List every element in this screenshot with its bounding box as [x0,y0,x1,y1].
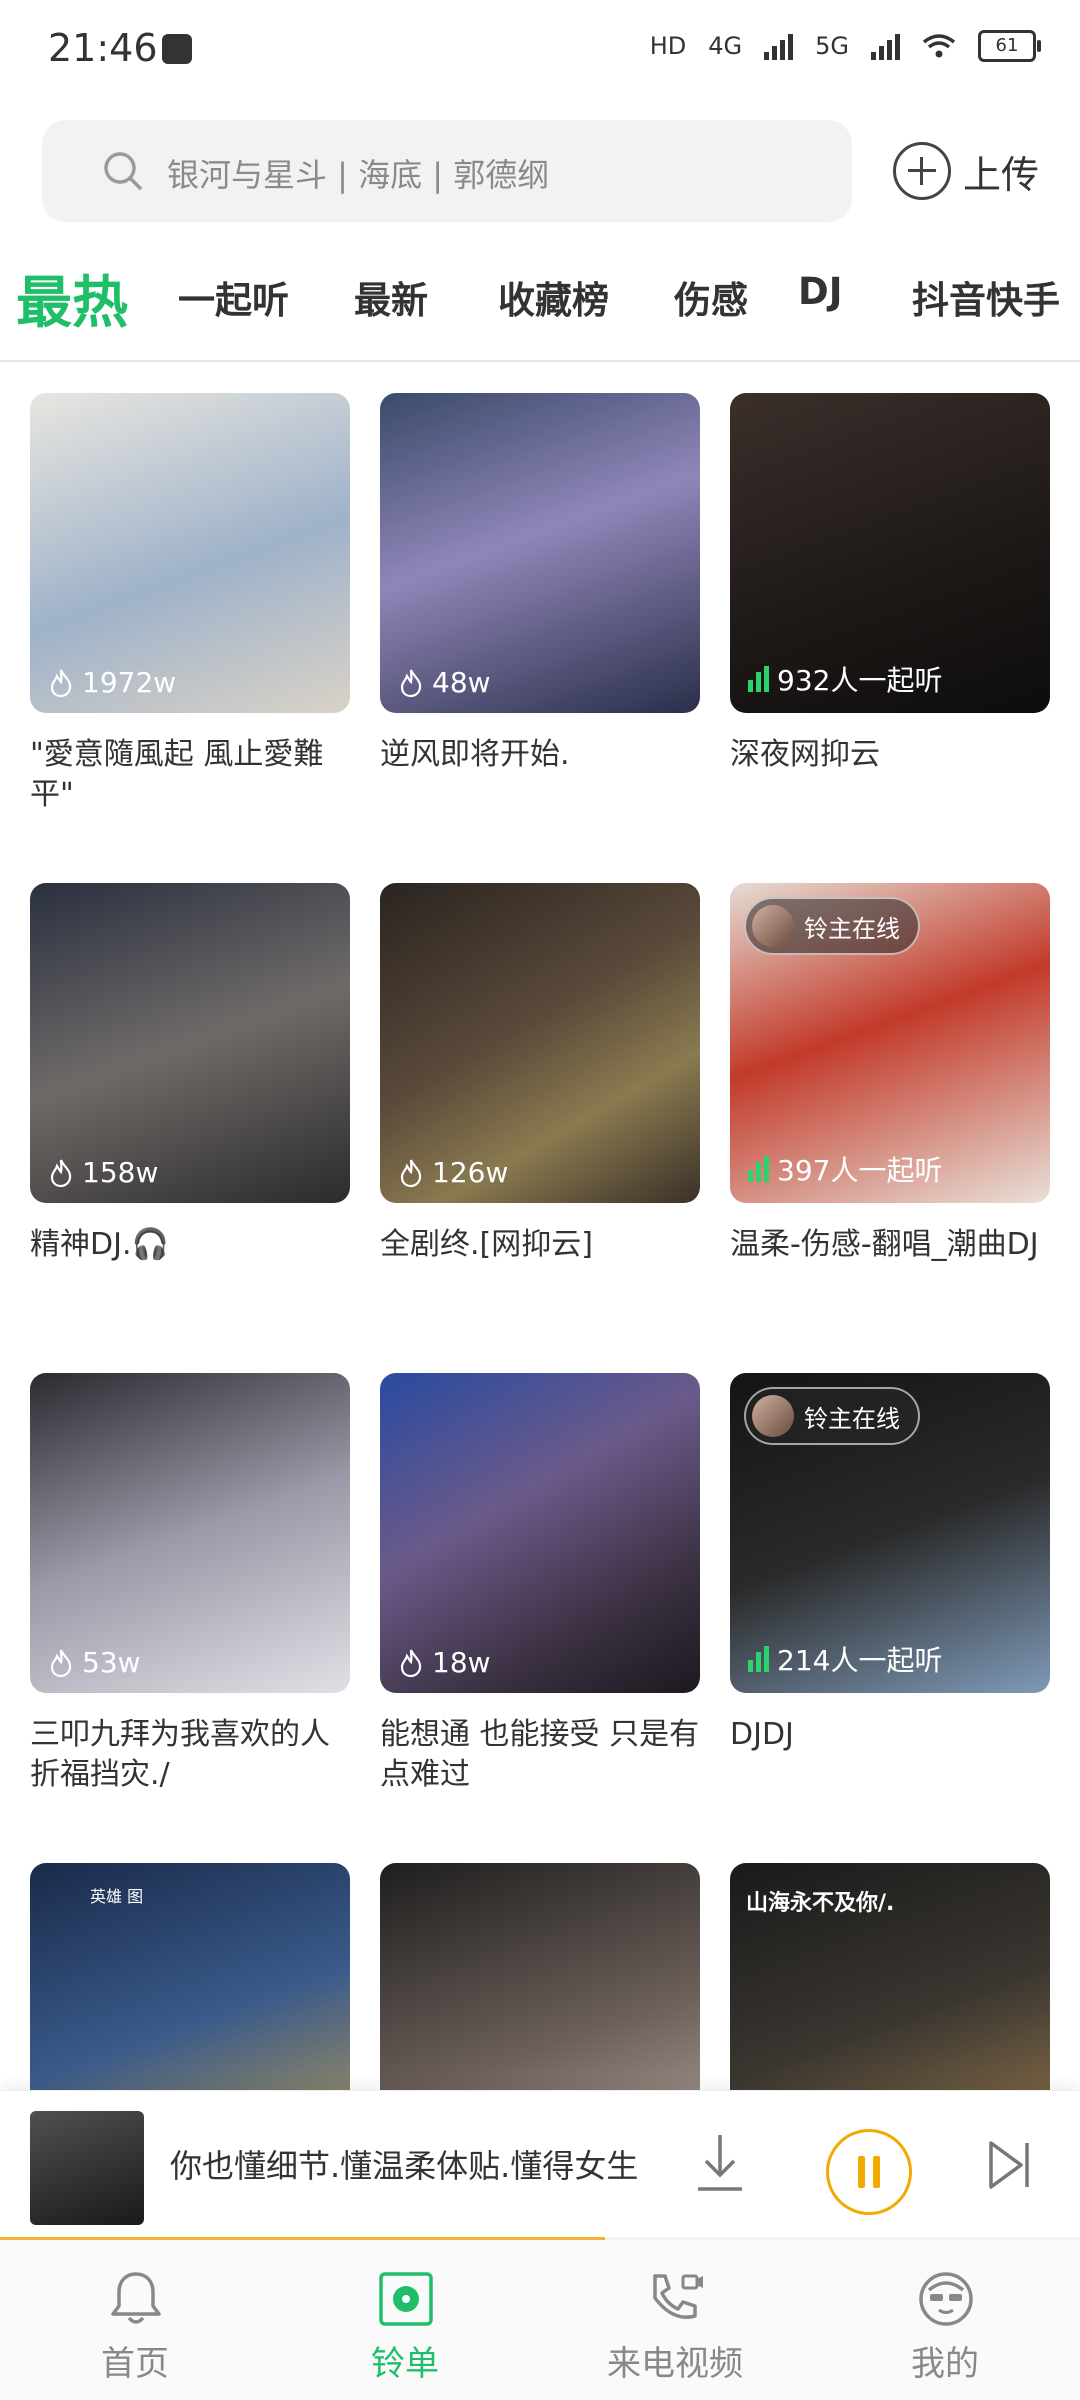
battery-icon: 61 [978,30,1041,62]
status-indicators: HD 4G 5G 61 [649,30,1041,62]
play-count: 53w [48,1646,141,1679]
playlist-cover: 18w [380,1373,700,1693]
play-count-value: 48w [432,666,491,699]
pause-button[interactable] [826,2129,912,2215]
playlist-cover: 932人一起听 [730,393,1050,713]
playlist-title: 温柔-伤感-翻唱_潮曲DJ [730,1227,1039,1262]
playlist-cover: 铃主在线 214人一起听 [730,1373,1050,1693]
plus-circle-icon [893,142,951,200]
playlist-title: 能想通 也能接受 只是有点难过 [380,1717,700,1792]
nav-playlists[interactable]: 铃单 [270,2240,540,2400]
nav-profile-label: 我的 [911,2344,979,2384]
tab-hot[interactable]: 最热 [16,258,128,339]
playlist-title: 逆风即将开始. [380,737,570,772]
listening-count: 932人一起听 [748,659,942,699]
owner-avatar [752,905,794,947]
play-count-value: 158w [82,1156,159,1189]
now-playing-title[interactable]: 你也懂细节.懂温柔体贴.懂得女生 [170,2141,640,2187]
owner-online-badge: 铃主在线 [744,897,920,955]
now-playing-cover[interactable] [30,2111,144,2225]
owner-online-label: 铃主在线 [804,914,900,943]
flame-icon [400,1159,422,1187]
phone-video-icon [653,2274,703,2319]
upload-button[interactable]: 上传 [893,138,1063,204]
flame-icon [50,669,72,697]
listening-count-value: 932人一起听 [777,664,943,697]
playlist-title: DJDJ [730,1717,794,1752]
play-count-value: 126w [432,1156,509,1189]
playlist-disc-icon [379,2272,433,2326]
play-count: 1972w [48,666,176,699]
nav-home-label: 首页 [101,2344,169,2384]
nav-call-video[interactable]: 来电视频 [540,2240,810,2400]
owner-online-badge: 铃主在线 [744,1387,920,1445]
next-track-icon[interactable] [985,2135,1035,2195]
cover-overlay-text: 英雄 图 [90,1887,144,1906]
flame-icon [50,1649,72,1677]
listening-bars-icon [748,666,769,692]
playlist-title: 深夜网抑云 [730,737,880,772]
playlist-title: 三叩九拜为我喜欢的人折福挡灾./ [30,1717,330,1792]
play-count-value: 53w [82,1646,141,1679]
listening-count: 214人一起听 [748,1639,942,1679]
search-placeholder: 银河与星斗 | 海底 | 郭德纲 [167,156,550,194]
tab-sad[interactable]: 伤感 [674,270,748,324]
tab-favorites-chart[interactable]: 收藏榜 [498,270,609,324]
listening-count-value: 397人一起听 [777,1154,943,1187]
bell-icon [111,2272,161,2324]
category-tabs: 最热 一起听 最新 收藏榜 伤感 DJ 抖音快手 [0,250,1080,360]
flame-icon [400,669,422,697]
listening-bars-icon [748,1156,769,1182]
flame-icon [50,1159,72,1187]
nav-profile[interactable]: 我的 [810,2240,1080,2400]
playlist-cover: 158w [30,883,350,1203]
status-time: 21:46 [48,26,158,70]
search-icon [104,152,142,190]
play-count-value: 1972w [82,666,177,699]
playlist-title: 精神DJ.🎧 [30,1227,169,1262]
download-icon[interactable] [690,2129,750,2199]
tab-douyin-kuaishou[interactable]: 抖音快手 [912,270,1060,324]
owner-avatar [752,1395,794,1437]
playlist-cover: 1972w [30,393,350,713]
bottom-navigation: 首页 铃单 来电视频 我的 [0,2240,1080,2400]
listening-count-value: 214人一起听 [777,1644,943,1677]
listening-count: 397人一起听 [748,1149,942,1189]
owner-online-label: 铃主在线 [804,1404,900,1433]
tab-dj[interactable]: DJ [798,270,842,313]
upload-label: 上传 [963,152,1040,197]
playlist-cover: 铃主在线 397人一起听 [730,883,1050,1203]
tabs-divider [0,360,1080,362]
tab-listen-together[interactable]: 一起听 [178,270,289,324]
play-count-value: 18w [432,1646,491,1679]
play-count: 158w [48,1156,158,1189]
hd-indicator: HD [649,32,687,60]
signal-strength-icon [764,32,794,60]
network-5g-label: 5G [815,32,849,60]
nav-playlists-label: 铃单 [371,2344,439,2384]
search-input[interactable]: 银河与星斗 | 海底 | 郭德纲 [42,120,852,222]
playlist-cover: 53w [30,1373,350,1693]
nav-home[interactable]: 首页 [0,2240,270,2400]
playlist-cover: 48w [380,393,700,713]
notification-app-icon [162,34,192,64]
battery-level: 61 [995,35,1019,56]
playlist-title: "愛意隨風起 風止愛難平" [30,737,324,812]
listening-bars-icon [748,1646,769,1672]
flame-icon [400,1649,422,1677]
signal-strength-icon-2 [871,32,900,60]
wifi-icon [922,34,956,58]
playlist-cover: 126w [380,883,700,1203]
cover-overlay-text: 山海永不及你/. [746,1891,895,1916]
play-count: 18w [398,1646,491,1679]
tab-newest[interactable]: 最新 [354,270,428,324]
play-count: 48w [398,666,491,699]
play-count: 126w [398,1156,508,1189]
playlist-title: 全剧终.[网抑云] [380,1227,593,1262]
status-bar: 21:46 HD 4G 5G 61 [0,0,1080,100]
nav-call-video-label: 来电视频 [607,2344,743,2384]
network-4g-label: 4G [708,32,743,60]
profile-avatar-icon [919,2272,973,2326]
mini-player: 你也懂细节.懂温柔体贴.懂得女生 [0,2090,1080,2241]
